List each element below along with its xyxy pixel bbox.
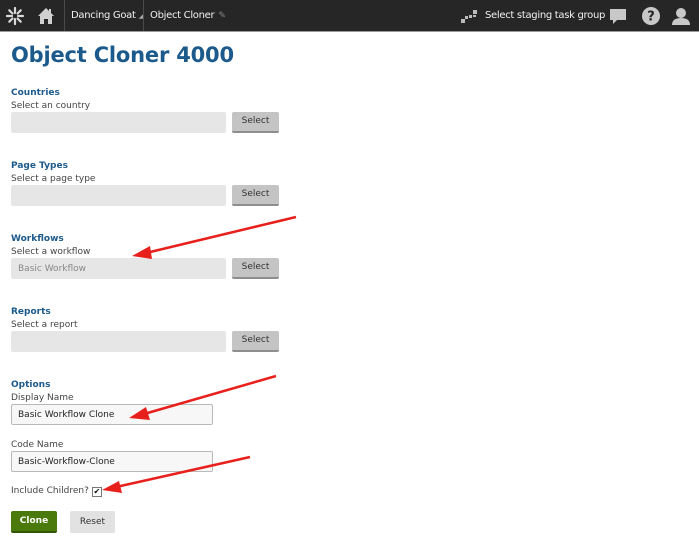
reports-label: Select a report [11, 320, 78, 330]
countries-label: Select an country [11, 101, 91, 111]
include-children-checkbox[interactable]: ✔ [91, 487, 102, 497]
site-selector-label: Dancing Goat [71, 10, 136, 21]
workflows-heading: Workflows [11, 234, 64, 244]
reports-selector-field[interactable] [11, 331, 226, 352]
countries-select-button[interactable]: Select [232, 112, 279, 133]
countries-heading: Countries [11, 88, 60, 98]
top-bar: Dancing Goat ◢ Object Cloner ✎ Select stag… [0, 0, 699, 32]
include-children-label: Include Children? [11, 486, 89, 496]
options-heading: Options [11, 380, 51, 390]
help-icon[interactable]: ? [641, 6, 661, 26]
reports-heading: Reports [11, 307, 51, 317]
staging-icon[interactable] [459, 6, 479, 26]
reports-select-button[interactable]: Select [232, 331, 279, 352]
home-icon[interactable] [36, 6, 56, 26]
clone-button[interactable]: Clone [11, 511, 57, 533]
staging-label: Select staging task group [485, 10, 606, 21]
page-types-heading: Page Types [11, 161, 68, 171]
workflows-selector-field[interactable]: Basic Workflow [11, 258, 226, 279]
page-title: Object Cloner 4000 [11, 43, 234, 67]
pin-icon[interactable]: ✎ [218, 11, 226, 21]
kentico-logo-icon[interactable] [5, 6, 25, 26]
countries-selector-field[interactable] [11, 112, 226, 133]
workflows-select-button[interactable]: Select [232, 258, 279, 279]
include-children-row: Include Children? ✔ [11, 486, 102, 497]
divider [64, 0, 65, 31]
chat-icon[interactable] [608, 6, 628, 26]
code-name-label: Code Name [11, 440, 64, 450]
arrow-workflow-annotation [132, 215, 297, 259]
user-icon[interactable] [671, 6, 691, 26]
svg-text:?: ? [647, 10, 655, 25]
display-name-label: Display Name [11, 393, 74, 403]
page-types-selector-field[interactable] [11, 185, 226, 206]
reset-button[interactable]: Reset [70, 511, 115, 533]
code-name-input[interactable]: Basic-Workflow-Clone [11, 451, 213, 472]
site-selector[interactable]: Dancing Goat ◢ [71, 10, 143, 21]
page-types-select-button[interactable]: Select [232, 185, 279, 206]
divider [143, 0, 144, 31]
display-name-input[interactable]: Basic Workflow Clone [11, 404, 213, 425]
page-types-label: Select a page type [11, 174, 96, 184]
workflows-label: Select a workflow [11, 247, 91, 257]
app-name: Object Cloner ✎ [150, 10, 226, 21]
staging-task-group-selector[interactable]: Select staging task group [485, 10, 605, 21]
app-name-label: Object Cloner [150, 10, 215, 21]
